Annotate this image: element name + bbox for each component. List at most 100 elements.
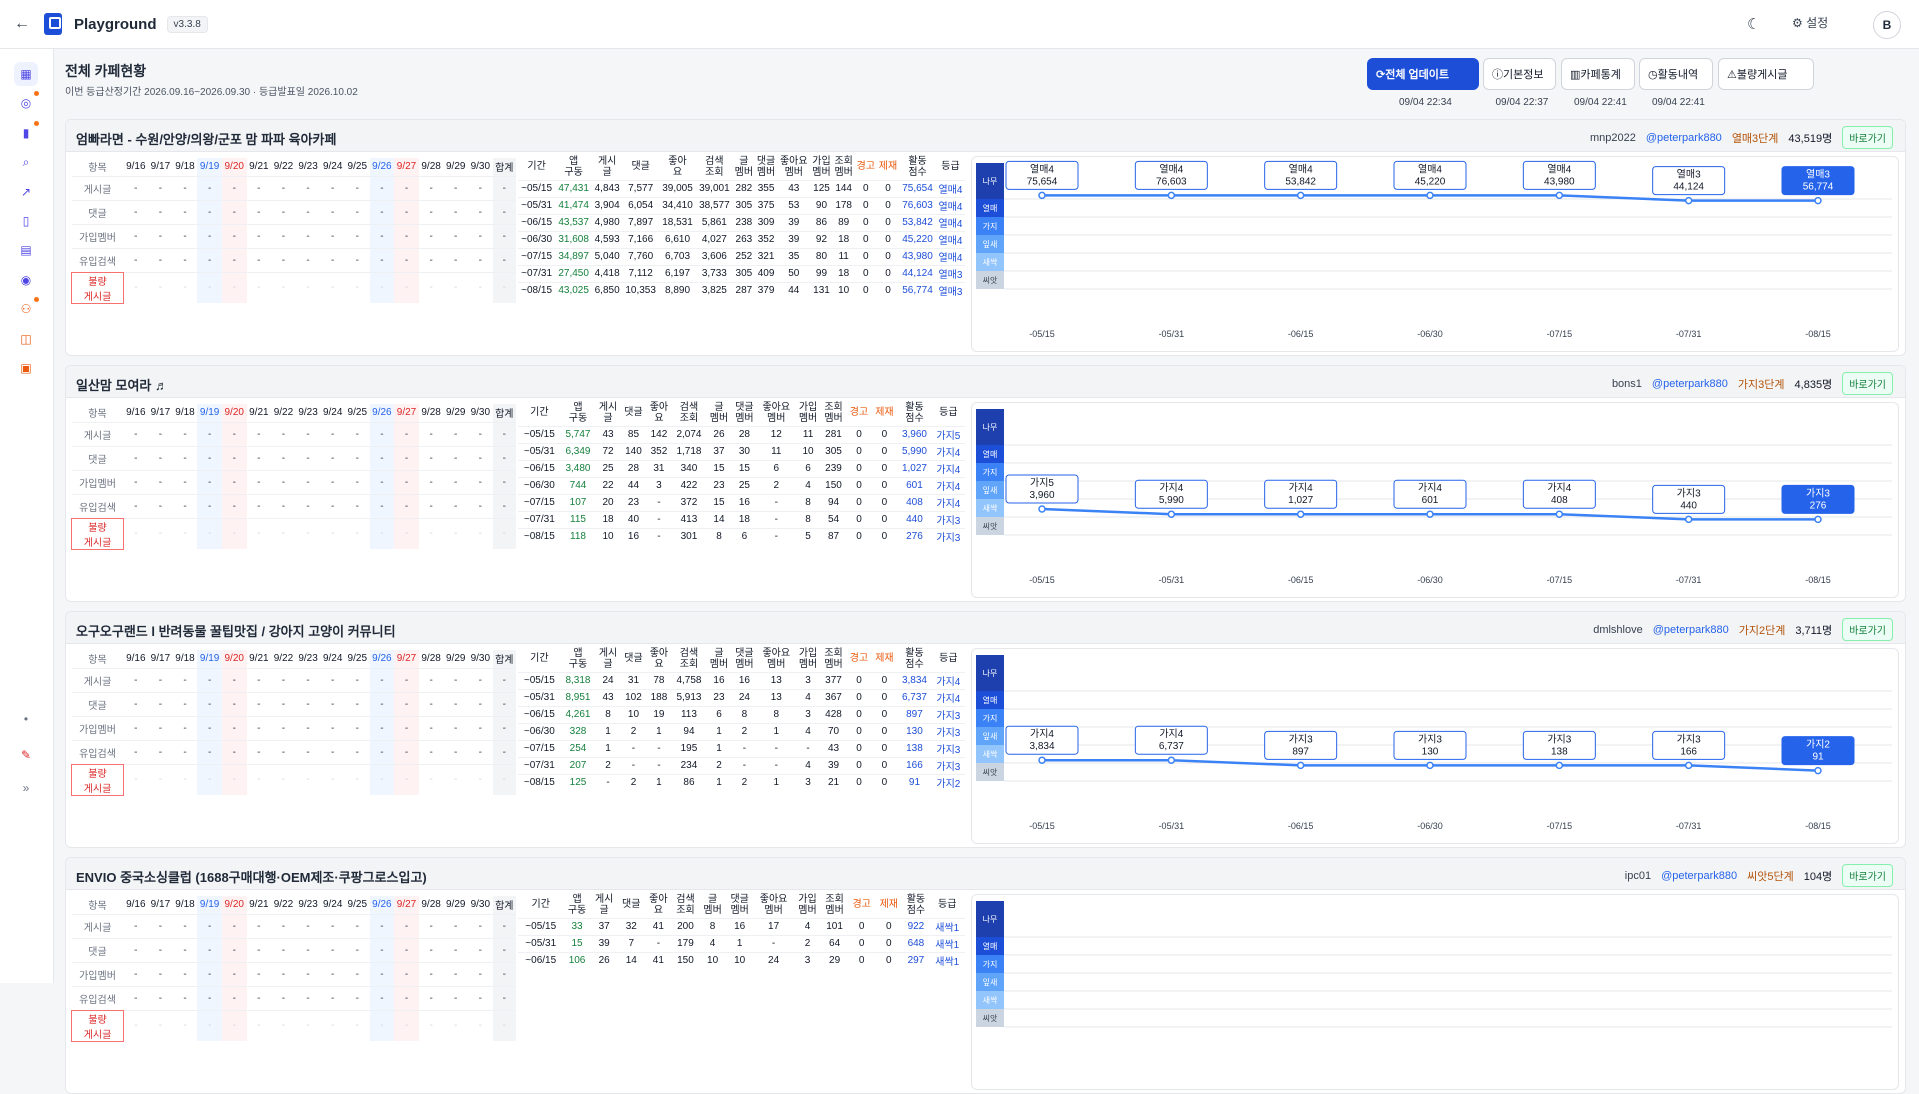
sidebar-eye-icon[interactable]: ◉ <box>14 268 38 292</box>
grade-link[interactable]: 가지4 <box>931 671 965 689</box>
grade-link[interactable]: 열매3 <box>935 281 965 299</box>
header-button-1[interactable]: ⓘ 기본정보 <box>1483 58 1556 90</box>
daily-cell: - <box>148 175 173 200</box>
header-button-0[interactable]: ⟳ 전체 업데이트 <box>1367 58 1479 90</box>
x-tick-label: -05/15 <box>1029 821 1055 831</box>
date-header: 9/23 <box>298 899 318 911</box>
sidebar-edit-icon[interactable]: ✎ <box>14 743 38 767</box>
grade-link[interactable]: 가지3 <box>931 705 965 723</box>
sidebar-message-icon[interactable]: ▣ <box>14 356 38 380</box>
grade-link[interactable]: 열매3 <box>935 264 965 282</box>
daily-cell: - <box>295 763 321 795</box>
daily-cell: - <box>246 937 272 962</box>
sidebar-layout-icon[interactable]: ◫ <box>14 327 38 351</box>
period-cell: 0 <box>854 179 877 197</box>
period-cell: 1,027 <box>897 459 932 477</box>
bad-post-label[interactable]: 불량 게시글 <box>71 763 124 796</box>
sidebar-bookmark-icon[interactable]: ▯ <box>14 209 38 233</box>
daily-row: 유입검색 - - - - - - - - - - - - - - - - <box>71 493 516 518</box>
row-label: 게시글 <box>71 175 124 200</box>
settings-button[interactable]: ⚙ 설정 <box>1792 14 1828 31</box>
grade-link[interactable]: 열매4 <box>935 196 965 214</box>
daily-cell: - <box>492 715 516 740</box>
metric-header: 검색 조회 <box>676 893 695 916</box>
sidebar-trend-icon[interactable]: ↗ <box>14 180 38 204</box>
daily-cell: - <box>468 445 493 470</box>
sidebar-check-circle-icon[interactable]: ◎ <box>14 91 39 115</box>
grade-link[interactable]: 가지3 <box>931 527 965 545</box>
grade-link[interactable]: 가지4 <box>931 493 965 511</box>
daily-stats-table: 항목 9/16 9/17 9/18 9/19 9/20 9/21 9/22 9/23 9/24 9/… <box>71 158 516 304</box>
goto-button[interactable]: 바로가기 <box>1842 126 1893 149</box>
date-header: 9/21 <box>249 161 269 173</box>
goto-button[interactable]: 바로가기 <box>1842 618 1893 641</box>
header-button-4[interactable]: ⚠ 불량게시글 <box>1718 58 1814 90</box>
sidebar-bar-chart-icon[interactable]: ▮ <box>14 121 39 145</box>
date-header: 9/20 <box>221 896 247 914</box>
period-cell: 140 <box>620 442 647 460</box>
grade-link[interactable]: 열매4 <box>935 213 965 231</box>
sidebar-expand-icon[interactable]: » <box>14 776 38 800</box>
grade-link[interactable]: 새싹1 <box>929 917 965 935</box>
grade-link[interactable]: 가지4 <box>931 688 965 706</box>
period-row: ~07/15 34,897 5,040 7,760 6,703 3,606 252 321 35… <box>518 247 965 265</box>
sidebar-status-dot-icon[interactable]: • <box>14 707 38 731</box>
date-header: 9/29 <box>445 653 466 665</box>
period-cell: 1 <box>646 773 672 791</box>
daily-cell: - <box>418 1009 444 1041</box>
bad-post-label[interactable]: 불량 게시글 <box>71 271 124 304</box>
period-cell: 32 <box>617 917 645 935</box>
period-row: ~06/30 31,608 4,593 7,166 6,610 4,027 263 352 39… <box>518 230 965 248</box>
period-cell: ~05/31 <box>518 688 561 706</box>
grade-link[interactable]: 가지3 <box>931 739 965 757</box>
grade-link[interactable]: 가지3 <box>931 510 965 528</box>
sidebar-network-icon[interactable]: ⚇ <box>14 297 39 321</box>
back-arrow-icon[interactable]: ← <box>0 15 44 33</box>
header-button-2[interactable]: ▥ 카페통계 <box>1561 58 1635 90</box>
period-cell: 0 <box>871 739 898 757</box>
daily-cell: - <box>418 493 444 518</box>
sidebar-search-icon[interactable]: ⌕ <box>14 150 38 174</box>
grade-label: 열매4 <box>1159 163 1183 175</box>
daily-cell: - <box>295 715 321 740</box>
grade-point <box>1296 191 1305 200</box>
grade-link[interactable]: 열매4 <box>935 230 965 248</box>
grade-point <box>1296 510 1305 518</box>
cafe-handle[interactable]: @peterpark880 <box>1661 870 1737 882</box>
page-title: 전체 카페현황 <box>65 63 147 79</box>
date-header: 9/18 <box>175 653 195 665</box>
grade-link[interactable]: 가지3 <box>931 756 965 774</box>
grade-link[interactable]: 가지4 <box>931 476 965 494</box>
level-label: 가지 <box>983 960 998 969</box>
grade-link[interactable]: 가지5 <box>931 425 965 443</box>
bad-post-label[interactable]: 불량 게시글 <box>71 1009 124 1042</box>
grade-link[interactable]: 가지2 <box>931 773 965 791</box>
grade-link[interactable]: 새싹1 <box>929 951 965 969</box>
cafe-handle[interactable]: @peterpark880 <box>1652 378 1728 390</box>
grade-link[interactable]: 가지4 <box>931 459 965 477</box>
cafe-owner: dmlshlove <box>1593 623 1643 636</box>
sidebar-grid-icon[interactable]: ▦ <box>14 62 38 86</box>
goto-button[interactable]: 바로가기 <box>1842 864 1893 887</box>
grade-link[interactable]: 새싹1 <box>929 934 965 952</box>
bad-post-label[interactable]: 불량 게시글 <box>71 517 124 550</box>
grade-link[interactable]: 열매4 <box>935 179 965 197</box>
grade-point <box>1167 191 1176 200</box>
goto-button[interactable]: 바로가기 <box>1842 372 1893 395</box>
header-button-3[interactable]: ◷ 활동내역 <box>1639 58 1713 90</box>
score-label: 1,027 <box>1288 495 1313 506</box>
moon-icon[interactable]: ☾ <box>1747 15 1760 33</box>
avatar[interactable]: B <box>1873 11 1901 39</box>
grade-link[interactable]: 가지3 <box>931 722 965 740</box>
period-cell: 0 <box>876 196 900 214</box>
period-cell: 287 <box>732 281 755 299</box>
period-cell: 0 <box>854 230 877 248</box>
metric-header: 검색 조회 <box>679 647 699 670</box>
cafe-handle[interactable]: @peterpark880 <box>1653 624 1729 636</box>
top-bar: ← Playground v3.3.8 ☾ ⚙ 설정 B <box>0 0 1919 49</box>
sidebar-document-icon[interactable]: ▤ <box>14 238 38 262</box>
grade-link[interactable]: 열매4 <box>935 247 965 265</box>
cafe-handle[interactable]: @peterpark880 <box>1646 132 1722 144</box>
grade-link[interactable]: 가지4 <box>931 442 965 460</box>
period-cell: 13 <box>757 671 796 689</box>
